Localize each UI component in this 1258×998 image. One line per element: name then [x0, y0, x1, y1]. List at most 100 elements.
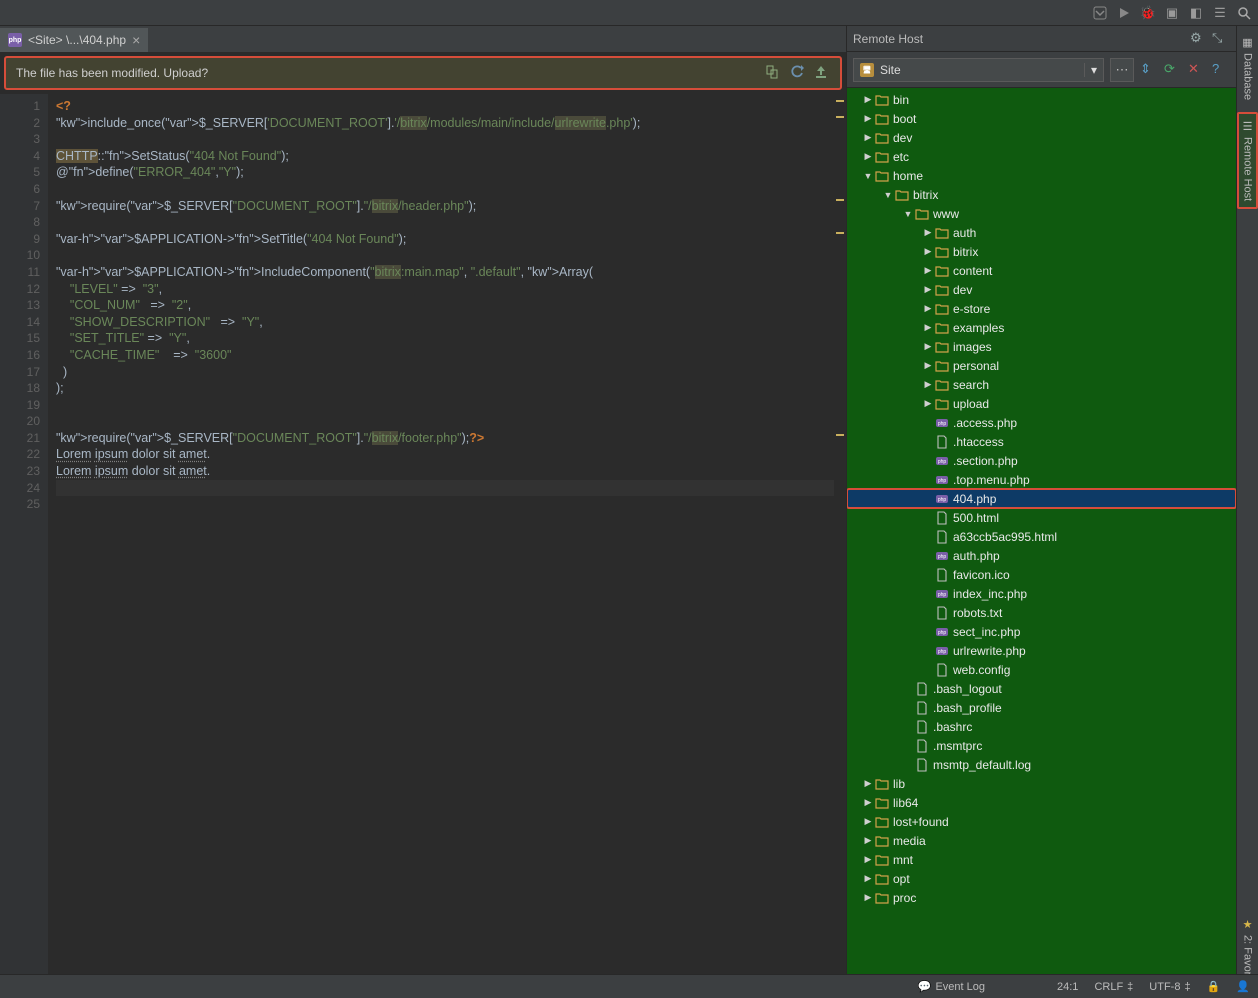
remote-host-icon: ☰ — [1241, 120, 1254, 133]
upload-icon[interactable] — [814, 65, 830, 81]
tree-arrow-icon[interactable]: ▼ — [883, 190, 893, 200]
tree-folder[interactable]: ▶lib — [847, 774, 1236, 793]
search-icon[interactable] — [1236, 5, 1252, 21]
tree-file[interactable]: ▶phpindex_inc.php — [847, 584, 1236, 603]
tree-arrow-icon[interactable]: ▶ — [923, 341, 933, 352]
tree-arrow-icon[interactable]: ▶ — [863, 816, 873, 827]
tree-file[interactable]: ▶.htaccess — [847, 432, 1236, 451]
tree-folder[interactable]: ▶examples — [847, 318, 1236, 337]
revert-icon[interactable] — [790, 65, 806, 81]
sync-icon[interactable]: ☰ — [1212, 5, 1228, 21]
tree-arrow-icon[interactable]: ▶ — [863, 873, 873, 884]
tree-folder[interactable]: ▶opt — [847, 869, 1236, 888]
tree-folder[interactable]: ▶content — [847, 261, 1236, 280]
debug-icon[interactable]: 🐞 — [1140, 5, 1156, 21]
tree-arrow-icon[interactable]: ▶ — [863, 892, 873, 903]
tree-arrow-icon[interactable]: ▶ — [863, 778, 873, 789]
tree-folder[interactable]: ▶e-store — [847, 299, 1236, 318]
tree-file[interactable]: ▶.bash_profile — [847, 698, 1236, 717]
tree-file[interactable]: ▶php.section.php — [847, 451, 1236, 470]
tree-arrow-icon[interactable]: ▶ — [863, 797, 873, 808]
delete-icon[interactable]: ✕ — [1188, 61, 1206, 79]
tree-arrow-icon[interactable]: ▶ — [923, 398, 933, 409]
tree-arrow-icon[interactable]: ▶ — [923, 379, 933, 390]
editor-code[interactable]: <?"kw">include_once("var">$_SERVER['DOCU… — [48, 94, 834, 998]
tree-arrow-icon[interactable]: ▶ — [923, 360, 933, 371]
tree-file[interactable]: ▶.bashrc — [847, 717, 1236, 736]
tree-folder[interactable]: ▶personal — [847, 356, 1236, 375]
tree-file[interactable]: ▶web.config — [847, 660, 1236, 679]
tree-file[interactable]: ▶php.top.menu.php — [847, 470, 1236, 489]
tree-arrow-icon[interactable]: ▶ — [863, 132, 873, 143]
tree-folder[interactable]: ▶dev — [847, 128, 1236, 147]
tree-file[interactable]: ▶phpurlrewrite.php — [847, 641, 1236, 660]
inspector-icon[interactable]: 👤 — [1236, 980, 1250, 993]
tab-404-php[interactable]: php <Site> \...\404.php × — [0, 28, 148, 52]
server-combo[interactable]: 🖥 Site ▾ — [853, 58, 1104, 82]
close-icon[interactable]: × — [132, 32, 140, 48]
encoding[interactable]: UTF-8‡ — [1149, 981, 1190, 993]
tree-arrow-icon[interactable]: ▶ — [923, 322, 933, 333]
tree-arrow-icon[interactable]: ▶ — [923, 284, 933, 295]
tree-arrow-icon[interactable]: ▶ — [863, 835, 873, 846]
tree-file[interactable]: ▶robots.txt — [847, 603, 1236, 622]
folder-icon — [935, 245, 949, 259]
stop-icon[interactable]: ◧ — [1188, 5, 1204, 21]
tree-file[interactable]: ▶msmtp_default.log — [847, 755, 1236, 774]
tree-file[interactable]: ▶.bash_logout — [847, 679, 1236, 698]
tree-arrow-icon[interactable]: ▶ — [863, 151, 873, 162]
tree-item-label: dev — [953, 283, 972, 297]
tree-folder[interactable]: ▶lost+found — [847, 812, 1236, 831]
line-ending[interactable]: CRLF‡ — [1094, 981, 1133, 993]
minimize-icon[interactable]: ⤡ — [1212, 30, 1230, 48]
refresh-icon[interactable]: ⟳ — [1164, 61, 1182, 79]
tree-arrow-icon[interactable]: ▼ — [863, 171, 873, 181]
tree-folder[interactable]: ▼home — [847, 166, 1236, 185]
help-icon[interactable]: ? — [1212, 61, 1230, 79]
tree-file[interactable]: ▶php.access.php — [847, 413, 1236, 432]
tree-folder[interactable]: ▶lib64 — [847, 793, 1236, 812]
tree-folder[interactable]: ▶bin — [847, 90, 1236, 109]
tree-arrow-icon[interactable]: ▼ — [903, 209, 913, 219]
tree-folder[interactable]: ▶auth — [847, 223, 1236, 242]
tree-file[interactable]: ▶phpsect_inc.php — [847, 622, 1236, 641]
tree-arrow-icon[interactable]: ▶ — [863, 94, 873, 105]
tree-file[interactable]: ▶favicon.ico — [847, 565, 1236, 584]
tree-arrow-icon[interactable]: ▶ — [923, 303, 933, 314]
tree-folder[interactable]: ▶mnt — [847, 850, 1236, 869]
tree-folder[interactable]: ▶etc — [847, 147, 1236, 166]
gear-icon[interactable]: ⚙ — [1190, 30, 1208, 48]
tree-arrow-icon[interactable]: ▶ — [923, 265, 933, 276]
tree-folder[interactable]: ▼bitrix — [847, 185, 1236, 204]
database-tool-button[interactable]: ▦ Database — [1239, 30, 1256, 106]
lock-icon[interactable]: 🔒 — [1207, 980, 1221, 993]
tree-arrow-icon[interactable]: ▶ — [863, 113, 873, 124]
more-button[interactable]: ⋯ — [1110, 58, 1134, 82]
tree-folder[interactable]: ▶search — [847, 375, 1236, 394]
tree-arrow-icon[interactable]: ▶ — [923, 227, 933, 238]
remote-file-tree[interactable]: ▶bin▶boot▶dev▶etc▼home▼bitrix▼www▶auth▶b… — [847, 88, 1236, 998]
tree-folder[interactable]: ▶images — [847, 337, 1236, 356]
tree-folder[interactable]: ▶media — [847, 831, 1236, 850]
tree-folder[interactable]: ▶boot — [847, 109, 1236, 128]
tree-folder[interactable]: ▶bitrix — [847, 242, 1236, 261]
caret-position[interactable]: 24:1 — [1057, 981, 1078, 993]
tree-file[interactable]: ▶php404.php — [847, 489, 1236, 508]
run-icon[interactable] — [1116, 5, 1132, 21]
collapse-icon[interactable]: ⇕ — [1140, 61, 1158, 79]
tree-folder[interactable]: ▼www — [847, 204, 1236, 223]
tree-file[interactable]: ▶.msmtprc — [847, 736, 1236, 755]
remote-host-tool-button[interactable]: ☰ Remote Host — [1237, 112, 1258, 209]
tree-file[interactable]: ▶phpauth.php — [847, 546, 1236, 565]
coverage-icon[interactable]: ▣ — [1164, 5, 1180, 21]
update-icon[interactable] — [1092, 5, 1108, 21]
event-log-button[interactable]: 💬Event Log — [918, 980, 985, 993]
tree-arrow-icon[interactable]: ▶ — [863, 854, 873, 865]
tree-folder[interactable]: ▶ dev — [847, 280, 1236, 299]
diff-icon[interactable] — [766, 65, 782, 81]
tree-folder[interactable]: ▶upload — [847, 394, 1236, 413]
tree-arrow-icon[interactable]: ▶ — [923, 246, 933, 257]
tree-file[interactable]: ▶500.html — [847, 508, 1236, 527]
tree-folder[interactable]: ▶proc — [847, 888, 1236, 907]
tree-file[interactable]: ▶a63ccb5ac995.html — [847, 527, 1236, 546]
